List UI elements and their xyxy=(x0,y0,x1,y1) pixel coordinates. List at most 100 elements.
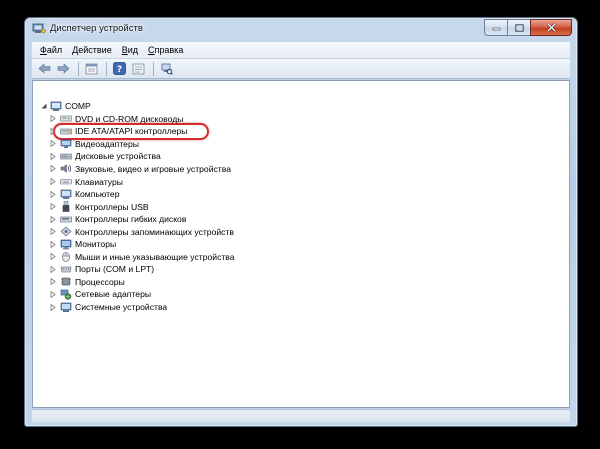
menu-help[interactable]: Справка xyxy=(143,45,188,55)
title-bar[interactable]: Диспетчер устройств xyxy=(25,18,577,40)
collapsed-arrow-icon[interactable] xyxy=(49,240,57,248)
tree-item[interactable]: DVD и CD-ROM дисководы xyxy=(49,113,183,126)
tree-item-label: Звуковые, видео и игровые устройства xyxy=(75,163,231,174)
ide-controller-icon xyxy=(60,126,72,137)
menu-view[interactable]: Вид xyxy=(117,45,143,55)
tree-item[interactable]: Процессоры xyxy=(49,276,125,289)
keyboard-icon xyxy=(60,176,72,187)
collapsed-arrow-icon[interactable] xyxy=(49,290,57,298)
collapsed-arrow-icon[interactable] xyxy=(49,203,57,211)
toolbar: ? xyxy=(32,59,570,79)
status-bar xyxy=(32,409,570,422)
tree-item-label: DVD и CD-ROM дисководы xyxy=(75,113,184,124)
scan-hardware-icon xyxy=(161,63,173,75)
device-manager-window: Диспетчер устройств Файл Действие Вид Сп… xyxy=(24,17,578,427)
scan-hardware-button[interactable] xyxy=(158,61,175,77)
collapsed-arrow-icon[interactable] xyxy=(49,178,57,186)
menu-view-label: ид xyxy=(127,45,139,55)
tree-item[interactable]: Звуковые, видео и игровые устройства xyxy=(49,163,231,176)
update-driver-button[interactable] xyxy=(130,61,147,77)
processor-icon xyxy=(60,276,72,287)
close-icon xyxy=(546,23,556,32)
storage-controller-icon xyxy=(60,226,72,237)
device-manager-icon xyxy=(32,23,46,34)
tree-item[interactable]: Мониторы xyxy=(49,238,116,251)
toolbar-separator xyxy=(153,61,154,76)
back-icon xyxy=(38,63,51,74)
toolbar-separator xyxy=(78,61,79,76)
menu-file-label: айл xyxy=(46,45,63,55)
minimize-button[interactable] xyxy=(484,19,508,36)
help-button[interactable]: ? xyxy=(111,61,128,77)
tree-item-label: Контроллеры гибких дисков xyxy=(75,214,187,225)
computer-icon xyxy=(60,189,72,200)
properties-icon xyxy=(85,63,98,74)
computer-root-icon xyxy=(50,101,62,112)
collapsed-arrow-icon[interactable] xyxy=(49,140,57,148)
tree-item[interactable]: Контроллеры USB xyxy=(49,200,149,213)
help-icon: ? xyxy=(113,62,126,75)
tree-item-label: Системные устройства xyxy=(75,302,168,312)
tree-root-label: COMP xyxy=(65,101,91,112)
back-button[interactable] xyxy=(36,61,53,77)
collapsed-arrow-icon[interactable] xyxy=(49,278,57,286)
device-tree-panel[interactable]: COMP DVD и CD-ROM дисководы IDE ATA/ATAPI … xyxy=(32,80,570,408)
maximize-icon xyxy=(514,23,524,32)
forward-button[interactable] xyxy=(55,61,72,77)
port-icon xyxy=(60,264,72,275)
close-button[interactable] xyxy=(530,19,572,36)
menu-help-label: правка xyxy=(154,45,184,55)
tree-item[interactable]: Контроллеры запоминающих устройств xyxy=(49,225,234,238)
tree-item[interactable]: Клавиатуры xyxy=(49,175,123,188)
network-adapter-icon xyxy=(60,289,72,300)
menu-bar: Файл Действие Вид Справка xyxy=(32,42,570,59)
menu-action[interactable]: Действие xyxy=(67,45,117,55)
tree-root[interactable]: COMP xyxy=(39,100,91,113)
collapsed-arrow-icon[interactable] xyxy=(49,127,57,135)
tree-item-label: Клавиатуры xyxy=(75,176,123,187)
collapsed-arrow-icon[interactable] xyxy=(49,253,57,261)
menu-file[interactable]: Файл xyxy=(35,45,67,55)
collapsed-arrow-icon[interactable] xyxy=(49,115,57,123)
tree-item[interactable]: Мыши и иные указывающие устройства xyxy=(49,251,235,264)
floppy-controller-icon xyxy=(60,214,72,225)
tree-item-label: Мыши и иные указывающие устройства xyxy=(75,251,235,262)
tree-item-label: Контроллеры запоминающих устройств xyxy=(75,226,234,237)
collapsed-arrow-icon[interactable] xyxy=(49,190,57,198)
properties-button[interactable] xyxy=(83,61,100,77)
tree-item[interactable]: Компьютер xyxy=(49,188,119,201)
toolbar-separator xyxy=(106,61,107,76)
sound-icon xyxy=(60,163,72,174)
tree-item-label: Видеоадаптеры xyxy=(75,138,139,149)
tree-item[interactable]: Видеоадаптеры xyxy=(49,138,139,151)
expanded-arrow-icon[interactable] xyxy=(39,102,47,110)
tree-item[interactable]: IDE ATA/ATAPI контроллеры xyxy=(49,125,187,138)
menu-file-accel: Ф xyxy=(40,45,47,55)
tree-item-label: Контроллеры USB xyxy=(75,201,149,212)
tree-item[interactable]: Системные устройства xyxy=(49,301,167,314)
forward-icon xyxy=(57,63,70,74)
tree-item-label: Мониторы xyxy=(75,239,117,250)
collapsed-arrow-icon[interactable] xyxy=(49,215,57,223)
caption-buttons xyxy=(484,19,572,36)
tree-item[interactable]: Контроллеры гибких дисков xyxy=(49,213,186,226)
collapsed-arrow-icon[interactable] xyxy=(49,165,57,173)
tree-item-label: Компьютер xyxy=(75,189,120,200)
tree-item[interactable]: Сетевые адаптеры xyxy=(49,288,151,301)
usb-icon xyxy=(60,201,72,212)
disk-drive-icon xyxy=(60,151,72,162)
system-device-icon xyxy=(60,302,72,313)
dvd-drive-icon xyxy=(60,113,72,124)
collapsed-arrow-icon[interactable] xyxy=(49,228,57,236)
update-icon xyxy=(132,63,145,74)
menu-action-label: ействие xyxy=(78,45,112,55)
collapsed-arrow-icon[interactable] xyxy=(49,303,57,311)
collapsed-arrow-icon[interactable] xyxy=(49,152,57,160)
tree-item[interactable]: Порты (COM и LPT) xyxy=(49,263,154,276)
display-adapter-icon xyxy=(60,138,72,149)
svg-text:?: ? xyxy=(117,65,122,75)
maximize-button[interactable] xyxy=(507,19,531,36)
tree-item[interactable]: Дисковые устройства xyxy=(49,150,161,163)
tree-item-label: IDE ATA/ATAPI контроллеры xyxy=(75,126,188,137)
collapsed-arrow-icon[interactable] xyxy=(49,265,57,273)
